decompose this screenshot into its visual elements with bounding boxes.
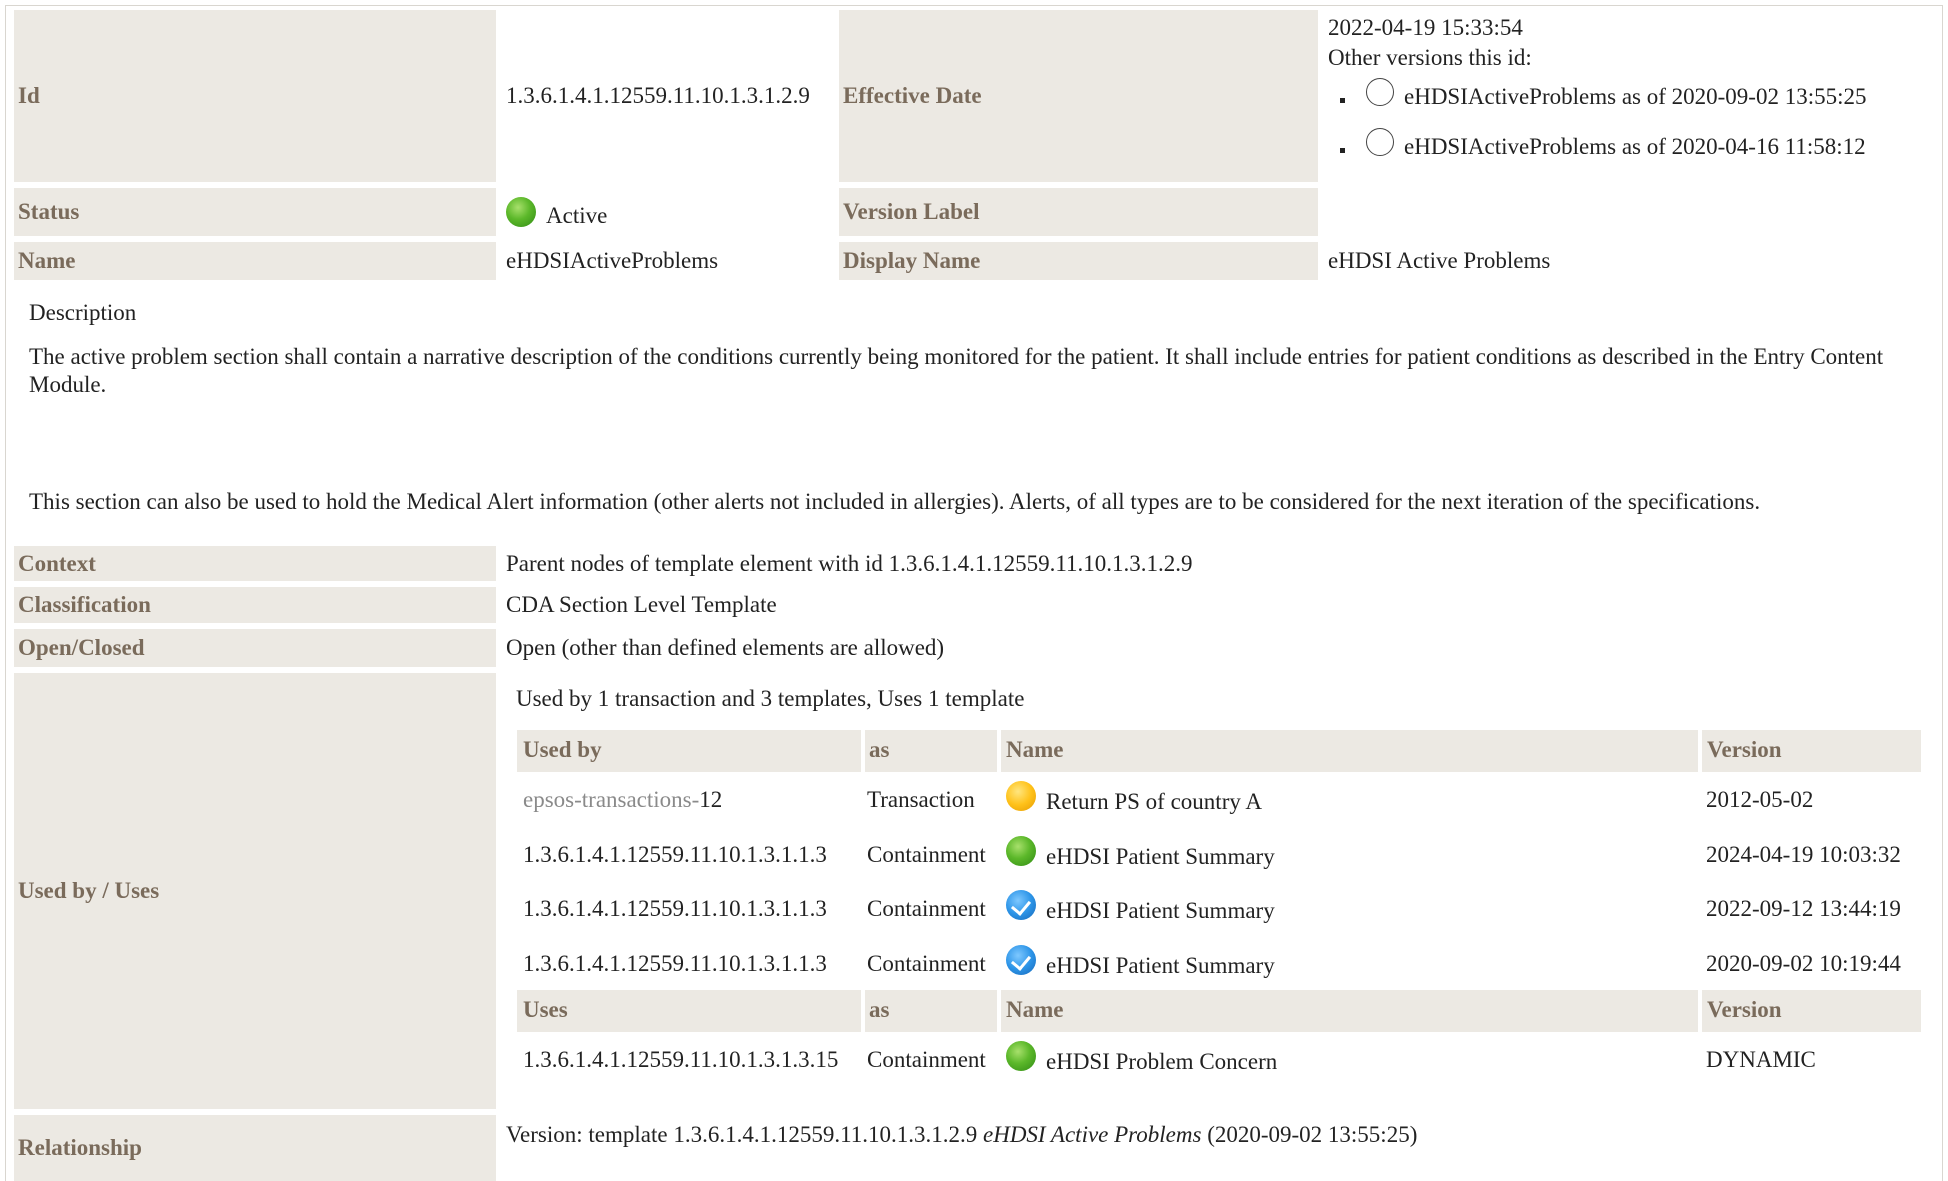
column-header: as bbox=[869, 737, 890, 763]
relationship-value: Version: template 1.3.6.1.4.1.12559.11.1… bbox=[506, 1122, 1417, 1148]
column-header: Version bbox=[1707, 737, 1782, 763]
relationship-prefix: Version: template 1.3.6.1.4.1.12559.11.1… bbox=[506, 1122, 978, 1147]
description-paragraph: The active problem section shall contain… bbox=[29, 344, 1884, 397]
row-version: 2024-04-19 10:03:32 bbox=[1706, 842, 1901, 867]
green-status-icon bbox=[1006, 1041, 1036, 1071]
row-name[interactable]: eHDSI Patient Summary bbox=[1046, 953, 1275, 978]
used-by-summary: Used by 1 transaction and 3 templates, U… bbox=[516, 686, 1025, 711]
row-name[interactable]: Return PS of country A bbox=[1046, 789, 1262, 814]
context-value: Parent nodes of template element with id… bbox=[506, 550, 1193, 576]
row-version: 2020-09-02 10:19:44 bbox=[1706, 951, 1901, 976]
row-as: Containment bbox=[867, 1047, 986, 1072]
green-status-icon bbox=[506, 197, 536, 227]
uses-table: Uses as Name Version 1.3.6.1.4.1.12559.1… bbox=[517, 990, 1921, 1090]
used-by-table: Used by as Name Version epsos-transactio… bbox=[517, 730, 1921, 1030]
status-value-cell: Active bbox=[502, 188, 836, 236]
check-status-icon bbox=[1006, 945, 1036, 975]
row-version: DYNAMIC bbox=[1706, 1047, 1816, 1072]
green-status-icon bbox=[1006, 836, 1036, 866]
row-version: 2022-09-12 13:44:19 bbox=[1706, 896, 1901, 921]
yellow-status-icon bbox=[1006, 781, 1036, 811]
description-paragraph: This section can also be used to hold th… bbox=[29, 489, 1761, 514]
row-as: Transaction bbox=[867, 787, 975, 812]
row-name-cell: Return PS of country A bbox=[1006, 781, 1262, 814]
column-header: Uses bbox=[523, 997, 568, 1023]
id-value: 1.3.6.1.4.1.12559.11.10.1.3.1.2.9 bbox=[506, 83, 810, 108]
name-value: eHDSIActiveProblems bbox=[506, 248, 719, 273]
radio-button[interactable] bbox=[1366, 128, 1394, 156]
status-label: Status bbox=[14, 188, 496, 236]
classification-value: CDA Section Level Template bbox=[506, 592, 777, 617]
description-heading: Description bbox=[29, 300, 137, 325]
other-versions-label: Other versions this id: bbox=[1328, 45, 1532, 70]
id-label: Id bbox=[14, 10, 496, 182]
other-version-item[interactable]: eHDSIActiveProblems as of 2020-04-16 11:… bbox=[1340, 128, 1866, 160]
open-closed-label: Open/Closed bbox=[14, 629, 496, 667]
row-name-cell: eHDSI Patient Summary bbox=[1006, 945, 1275, 978]
column-header: Name bbox=[1006, 997, 1064, 1023]
used-by-uses-label: Used by / Uses bbox=[14, 673, 496, 1109]
row-as: Containment bbox=[867, 951, 986, 976]
effective-date-cell: 2022-04-19 15:33:54 Other versions this … bbox=[1328, 14, 1928, 184]
version-label-value bbox=[1324, 188, 1928, 236]
open-closed-value: Open (other than defined elements are al… bbox=[506, 635, 945, 660]
name-label: Name bbox=[14, 242, 496, 280]
column-header: as bbox=[869, 997, 890, 1023]
column-header: Name bbox=[1006, 737, 1064, 763]
relationship-label: Relationship bbox=[14, 1115, 496, 1181]
status-value: Active bbox=[546, 203, 608, 228]
row-name[interactable]: eHDSI Problem Concern bbox=[1046, 1049, 1277, 1074]
table-row[interactable]: epsos-transactions-12 bbox=[523, 787, 722, 813]
row-as: Containment bbox=[867, 842, 986, 867]
other-version-text: eHDSIActiveProblems as of 2020-09-02 13:… bbox=[1404, 84, 1867, 109]
row-version: 2012-05-02 bbox=[1706, 787, 1814, 812]
effective-date-label: Effective Date bbox=[839, 10, 1318, 182]
transaction-link-id[interactable]: 12 bbox=[699, 787, 722, 812]
version-label-label: Version Label bbox=[839, 188, 1318, 236]
row-ref[interactable]: 1.3.6.1.4.1.12559.11.10.1.3.1.1.3 bbox=[523, 842, 827, 868]
check-status-icon bbox=[1006, 890, 1036, 920]
row-name-cell: eHDSI Problem Concern bbox=[1006, 1041, 1277, 1074]
column-header: Used by bbox=[523, 737, 602, 763]
effective-date-value: 2022-04-19 15:33:54 bbox=[1328, 15, 1523, 40]
context-label: Context bbox=[14, 546, 496, 581]
relationship-template-link[interactable]: eHDSI Active Problems bbox=[983, 1122, 1201, 1147]
other-version-item[interactable]: eHDSIActiveProblems as of 2020-09-02 13:… bbox=[1340, 78, 1867, 110]
row-ref[interactable]: 1.3.6.1.4.1.12559.11.10.1.3.1.3.15 bbox=[523, 1047, 838, 1073]
row-name-cell: eHDSI Patient Summary bbox=[1006, 836, 1275, 869]
row-name-cell: eHDSI Patient Summary bbox=[1006, 890, 1275, 923]
display-name-label: Display Name bbox=[839, 242, 1318, 280]
relationship-date: (2020-09-02 13:55:25) bbox=[1207, 1122, 1418, 1147]
classification-label: Classification bbox=[14, 587, 496, 623]
row-as: Containment bbox=[867, 896, 986, 921]
radio-button[interactable] bbox=[1366, 78, 1394, 106]
other-version-text: eHDSIActiveProblems as of 2020-04-16 11:… bbox=[1404, 134, 1866, 159]
row-name[interactable]: eHDSI Patient Summary bbox=[1046, 898, 1275, 923]
transaction-link-prefix[interactable]: epsos-transactions- bbox=[523, 787, 699, 812]
display-name-value: eHDSI Active Problems bbox=[1328, 248, 1551, 273]
row-ref[interactable]: 1.3.6.1.4.1.12559.11.10.1.3.1.1.3 bbox=[523, 951, 827, 977]
column-header: Version bbox=[1707, 997, 1782, 1023]
row-ref[interactable]: 1.3.6.1.4.1.12559.11.10.1.3.1.1.3 bbox=[523, 896, 827, 922]
row-name[interactable]: eHDSI Patient Summary bbox=[1046, 844, 1275, 869]
